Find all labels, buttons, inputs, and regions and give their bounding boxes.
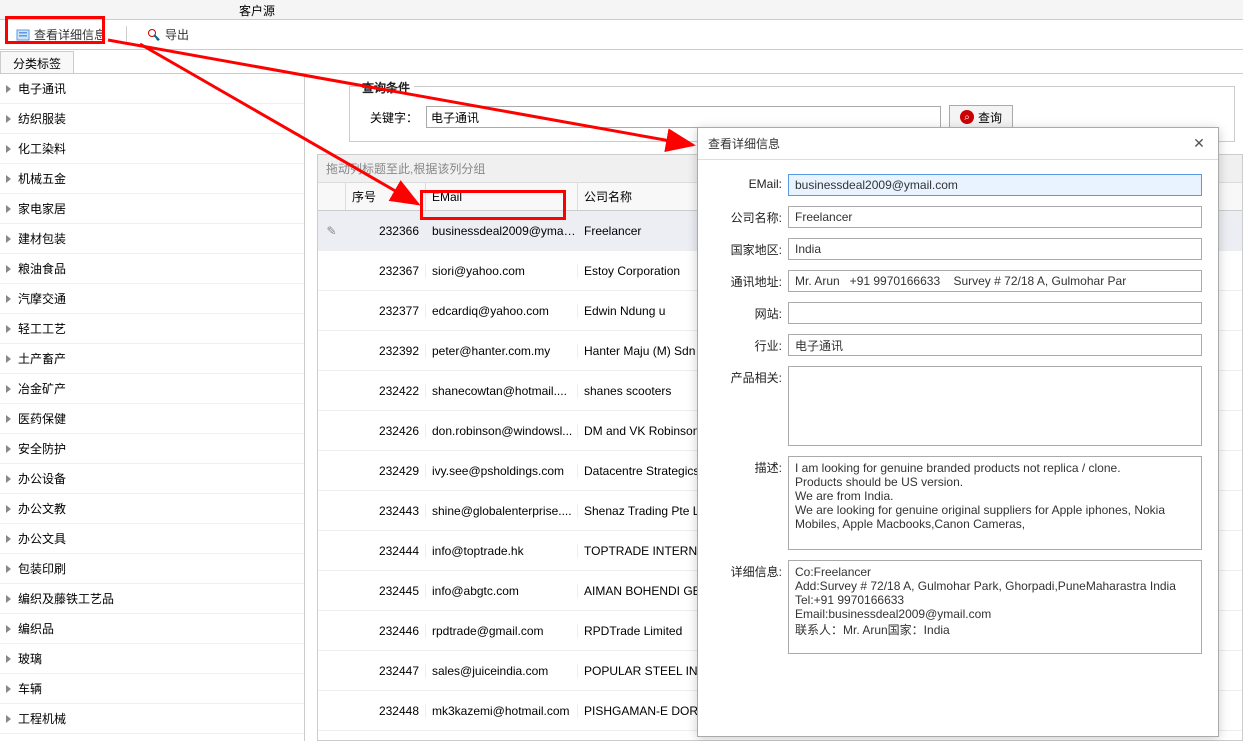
cell-email: info@toptrade.hk	[426, 544, 578, 558]
menu-customer-source[interactable]: 客户源	[225, 0, 289, 19]
cell-seq: 232448	[346, 704, 426, 718]
sidebar-item[interactable]: 医药保健	[0, 404, 304, 434]
search-button[interactable]: ⌕ 查询	[949, 105, 1013, 129]
row-indicator: ✎	[318, 224, 346, 238]
cell-seq: 232422	[346, 384, 426, 398]
view-detail-label: 查看详细信息	[34, 26, 106, 43]
lbl-industry: 行业:	[706, 334, 782, 354]
sidebar-item[interactable]: 办公文教	[0, 494, 304, 524]
top-menu-bar: 客户源	[0, 0, 1243, 20]
sidebar-item[interactable]: 纺织服装	[0, 104, 304, 134]
view-detail-button[interactable]: 查看详细信息	[10, 22, 112, 48]
tab-strip: 分类标签	[0, 50, 1243, 74]
search-icon: ⌕	[960, 110, 974, 124]
lbl-addr: 通讯地址:	[706, 270, 782, 290]
sidebar-item[interactable]: 编织及藤铁工艺品	[0, 584, 304, 614]
sidebar-item[interactable]: 玻璃	[0, 644, 304, 674]
lbl-country: 国家地区:	[706, 238, 782, 258]
field-company[interactable]	[788, 206, 1202, 228]
detail-icon	[16, 28, 30, 42]
detail-popup: 查看详细信息 ✕ EMail: 公司名称: 国家地区: 通讯地址: 网站: 行业…	[697, 127, 1219, 737]
cell-email: siori@yahoo.com	[426, 264, 578, 278]
detail-header: 查看详细信息 ✕	[698, 128, 1218, 160]
cell-email: mk3kazemi@hotmail.com	[426, 704, 578, 718]
cell-seq: 232426	[346, 424, 426, 438]
cell-seq: 232377	[346, 304, 426, 318]
keyword-input[interactable]	[426, 106, 941, 128]
sidebar-item[interactable]: 家电家居	[0, 194, 304, 224]
cell-seq: 232366	[346, 224, 426, 238]
sidebar-item[interactable]: 冶金矿产	[0, 374, 304, 404]
col-email[interactable]: EMail	[426, 183, 578, 210]
cell-seq: 232447	[346, 664, 426, 678]
keyword-label: 关键字：	[364, 109, 418, 126]
tab-category[interactable]: 分类标签	[0, 51, 74, 73]
cell-seq: 232429	[346, 464, 426, 478]
lbl-website: 网站:	[706, 302, 782, 322]
cell-email: edcardiq@yahoo.com	[426, 304, 578, 318]
cell-seq: 232444	[346, 544, 426, 558]
lbl-product: 产品相关:	[706, 366, 782, 386]
field-country[interactable]	[788, 238, 1202, 260]
lbl-desc: 描述:	[706, 456, 782, 476]
cell-email: businessdeal2009@ymail.com	[426, 224, 578, 238]
cell-email: shine@globalenterprise....	[426, 504, 578, 518]
sidebar-item[interactable]: 化工染料	[0, 134, 304, 164]
field-product[interactable]	[788, 366, 1202, 446]
sidebar-item[interactable]: 办公设备	[0, 464, 304, 494]
cell-seq: 232367	[346, 264, 426, 278]
sidebar-item[interactable]: 粮油食品	[0, 254, 304, 284]
field-addr[interactable]	[788, 270, 1202, 292]
cell-seq: 232446	[346, 624, 426, 638]
cell-email: ivy.see@psholdings.com	[426, 464, 578, 478]
cell-email: info@abgtc.com	[426, 584, 578, 598]
field-industry[interactable]	[788, 334, 1202, 356]
sidebar-item[interactable]: 土产畜产	[0, 344, 304, 374]
sidebar-item[interactable]: 轻工工艺	[0, 314, 304, 344]
lbl-detail: 详细信息:	[706, 560, 782, 580]
field-email[interactable]	[788, 174, 1202, 196]
cell-email: peter@hanter.com.my	[426, 344, 578, 358]
cell-seq: 232445	[346, 584, 426, 598]
cell-email: rpdtrade@gmail.com	[426, 624, 578, 638]
cell-email: sales@juiceindia.com	[426, 664, 578, 678]
field-detail[interactable]	[788, 560, 1202, 654]
close-icon[interactable]: ✕	[1190, 135, 1208, 153]
sidebar-item[interactable]: 安全防护	[0, 434, 304, 464]
query-legend: 查询条件	[358, 79, 414, 96]
field-desc[interactable]	[788, 456, 1202, 550]
lbl-company: 公司名称:	[706, 206, 782, 226]
col-seq[interactable]: 序号	[346, 183, 426, 210]
export-icon	[147, 28, 161, 42]
sidebar-item[interactable]: 建材包装	[0, 224, 304, 254]
detail-title: 查看详细信息	[708, 135, 780, 152]
sidebar-item[interactable]: 电子通讯	[0, 74, 304, 104]
category-sidebar: 电子通讯纺织服装化工染料机械五金家电家居建材包装粮油食品汽摩交通轻工工艺土产畜产…	[0, 74, 305, 741]
cell-seq: 232392	[346, 344, 426, 358]
cell-email: shanecowtan@hotmail....	[426, 384, 578, 398]
sidebar-item[interactable]: 包装印刷	[0, 554, 304, 584]
sidebar-item[interactable]: 办公文具	[0, 524, 304, 554]
sidebar-item[interactable]: 车辆	[0, 674, 304, 704]
sidebar-item[interactable]: 编织品	[0, 614, 304, 644]
lbl-email: EMail:	[706, 174, 782, 191]
sidebar-item[interactable]: 汽摩交通	[0, 284, 304, 314]
cell-email: don.robinson@windowsl...	[426, 424, 578, 438]
sidebar-item[interactable]: 工程机械	[0, 704, 304, 734]
toolbar: 查看详细信息 导出	[0, 20, 1243, 50]
export-button[interactable]: 导出	[141, 22, 195, 48]
sidebar-item[interactable]: 机械五金	[0, 164, 304, 194]
cell-seq: 232443	[346, 504, 426, 518]
export-label: 导出	[165, 26, 189, 43]
separator	[126, 26, 127, 44]
field-website[interactable]	[788, 302, 1202, 324]
search-button-label: 查询	[978, 109, 1002, 126]
